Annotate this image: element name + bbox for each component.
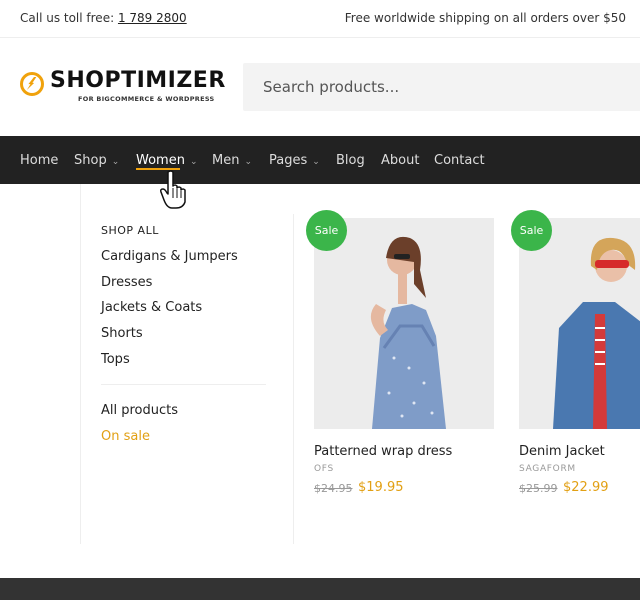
- divider: [101, 384, 266, 385]
- category-link[interactable]: Cardigans & Jumpers: [101, 249, 238, 264]
- nav-item-label: Contact: [434, 153, 485, 168]
- product-brand: SAGAFORM: [519, 464, 576, 474]
- sale-badge: Sale: [511, 210, 552, 251]
- product-old-price: $25.99: [519, 482, 558, 495]
- column-divider: [293, 214, 294, 544]
- product-name[interactable]: Denim Jacket: [519, 444, 605, 459]
- chevron-down-icon: ⌄: [312, 157, 320, 167]
- category-link[interactable]: Jackets & Coats: [101, 300, 202, 315]
- on-sale-link[interactable]: On sale: [101, 429, 150, 444]
- shop-all-heading[interactable]: SHOP ALL: [101, 224, 159, 237]
- product-old-price: $24.95: [314, 482, 353, 495]
- category-link[interactable]: Dresses: [101, 275, 152, 290]
- product-price: $22.99: [563, 480, 609, 495]
- logo-name: SHOPTIMIZER: [50, 68, 226, 93]
- nav-item-label: Blog: [336, 153, 365, 168]
- woman-dress-illustration: [314, 218, 494, 429]
- nav-item-about[interactable]: About: [381, 153, 419, 168]
- phone-link[interactable]: 1 789 2800: [118, 11, 187, 25]
- footer-band: [0, 578, 640, 600]
- shipping-notice: Free worldwide shipping on all orders ov…: [344, 11, 626, 25]
- product-name[interactable]: Patterned wrap dress: [314, 444, 452, 459]
- nav-item-blog[interactable]: Blog: [336, 153, 365, 168]
- nav-item-pages[interactable]: Pages ⌄: [269, 153, 320, 168]
- sale-badge: Sale: [306, 210, 347, 251]
- lightning-bolt-icon: [20, 72, 44, 96]
- mega-menu: SHOP ALL Cardigans & Jumpers Dresses Jac…: [80, 184, 640, 544]
- category-link[interactable]: Shorts: [101, 326, 143, 341]
- chevron-down-icon: ⌄: [189, 157, 198, 167]
- product-price: $19.95: [358, 480, 404, 495]
- all-products-link[interactable]: All products: [101, 403, 178, 418]
- product-image[interactable]: [314, 218, 494, 429]
- nav-item-label: Women: [136, 153, 185, 168]
- nav-item-women[interactable]: Women ⌄: [136, 153, 198, 168]
- logo-tagline: FOR BIGCOMMERCE & WORDPRESS: [78, 95, 215, 103]
- hand-cursor-icon: [160, 170, 186, 209]
- nav-item-label: Shop: [74, 153, 107, 168]
- nav-item-label: Pages: [269, 153, 308, 168]
- logo[interactable]: SHOPTIMIZER FOR BIGCOMMERCE & WORDPRESS: [20, 68, 225, 108]
- nav-item-men[interactable]: Men ⌄: [212, 153, 252, 168]
- product-brand: OFS: [314, 464, 334, 474]
- chevron-down-icon: ⌄: [111, 157, 120, 167]
- nav-item-label: Men: [212, 153, 240, 168]
- chevron-down-icon: ⌄: [244, 157, 253, 167]
- nav-item-label: About: [381, 153, 420, 168]
- main-nav: Home Shop ⌄ Women ⌄ Men ⌄ Pages ⌄ Blog About…: [0, 136, 640, 184]
- nav-item-label: Home: [20, 153, 59, 168]
- nav-item-shop[interactable]: Shop ⌄: [74, 153, 119, 168]
- category-link[interactable]: Tops: [101, 352, 130, 367]
- search-input[interactable]: [243, 63, 640, 111]
- toll-free-label: Call us toll free:: [20, 11, 115, 25]
- nav-item-contact[interactable]: Contact: [434, 153, 485, 168]
- toll-free-text: Call us toll free: 1 789 2800: [20, 11, 187, 25]
- site-header: SHOPTIMIZER FOR BIGCOMMERCE & WORDPRESS: [0, 38, 640, 136]
- top-bar: Call us toll free: 1 789 2800 Free world…: [0, 0, 640, 38]
- nav-item-home[interactable]: Home: [20, 153, 58, 168]
